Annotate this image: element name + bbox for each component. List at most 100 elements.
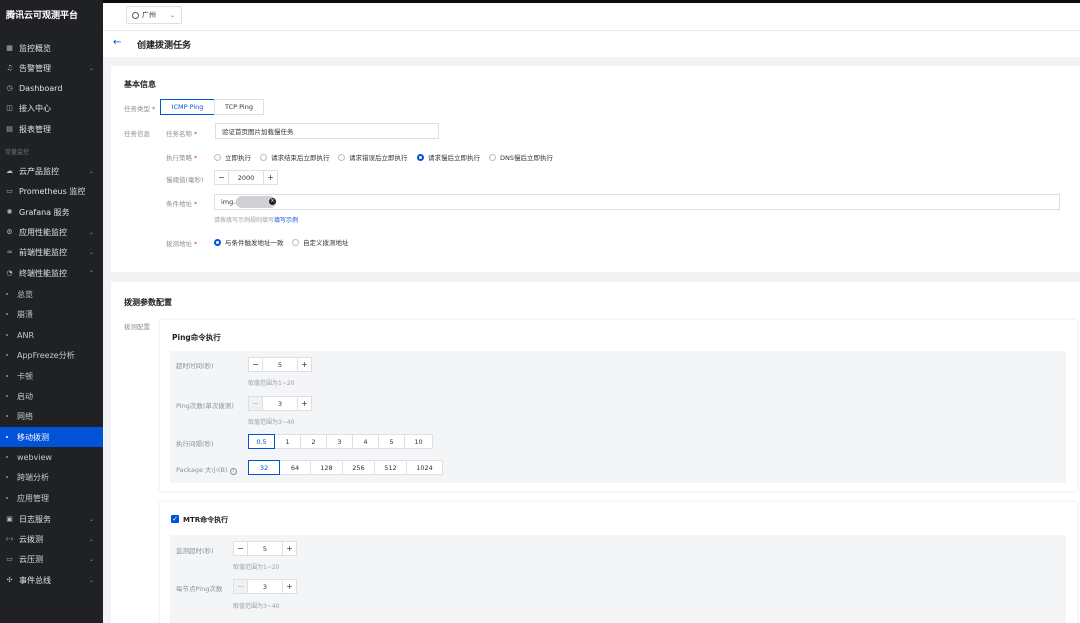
region-select[interactable]: 广州 ⌄: [126, 6, 182, 24]
strategy-radio-after-end[interactable]: 请求结束后立即执行: [260, 152, 330, 162]
stepper-value: 2000: [237, 173, 255, 182]
app-title: 腾讯云可观测平台: [6, 11, 79, 21]
mtr-timeout-hint: 取值范围为1~20: [233, 564, 280, 571]
interval-option[interactable]: 4: [352, 434, 379, 449]
sidebar-item-dashboard[interactable]: ◷ Dashboard: [0, 78, 103, 98]
interval-option[interactable]: 0.5: [248, 434, 275, 449]
sidebar-subitem[interactable]: 卡顿: [0, 366, 103, 386]
sidebar-item-apm[interactable]: ⚙ 应用性能监控 ⌄: [0, 222, 103, 242]
sidebar-item-loadtest[interactable]: ▭ 云压测 ⌄: [0, 549, 103, 569]
sidebar-item-dial[interactable]: ‹·› 云拨测 ⌄: [0, 529, 103, 549]
sidebar-item-prometheus[interactable]: ▭ Prometheus 监控: [0, 181, 103, 201]
sidebar-subitem-label: 崩溃: [17, 309, 33, 319]
sidebar-item-eventbus[interactable]: ✣ 事件总线 ⌄: [0, 570, 103, 590]
minus-icon[interactable]: −: [249, 397, 263, 410]
plus-icon[interactable]: +: [297, 397, 311, 410]
grid-icon: ▦: [6, 44, 13, 52]
chevron-down-icon: ⌄: [88, 167, 94, 175]
clear-icon[interactable]: ×: [269, 198, 276, 205]
sidebar-item-label: Dashboard: [19, 83, 63, 93]
minus-icon[interactable]: −: [215, 171, 229, 184]
plus-icon[interactable]: +: [282, 580, 296, 593]
sidebar-subitem[interactable]: 启动: [0, 386, 103, 406]
stepper-value: 3: [277, 399, 283, 408]
chevron-down-icon: ⌄: [88, 535, 94, 543]
sidebar-item-grafana[interactable]: ✺ Grafana 服务: [0, 202, 103, 222]
package-option[interactable]: 128: [310, 460, 343, 475]
sidebar-item-terminal[interactable]: ◔ 终端性能监控 ⌃: [0, 263, 103, 283]
chevron-down-icon: ⌄: [88, 555, 94, 563]
package-option[interactable]: 32: [248, 460, 280, 475]
back-arrow-icon[interactable]: ←: [113, 37, 121, 48]
sidebar-subitem[interactable]: 应用管理: [0, 488, 103, 508]
plus-icon[interactable]: +: [263, 171, 277, 184]
sidebar-item-label: 报表管理: [19, 124, 51, 134]
interval-option[interactable]: 3: [326, 434, 353, 449]
basic-info-card: 基本信息 任务类型 * ICMP Ping TCP Ping 任务信息 任务名称 *…: [111, 66, 1080, 272]
task-type-tcp-button[interactable]: TCP Ping: [214, 99, 264, 115]
sidebar-item-alarm[interactable]: ♫ 告警管理 ⌄: [0, 58, 103, 78]
chevron-down-icon: ⌄: [88, 576, 94, 584]
chevron-down-icon: ⌄: [88, 248, 94, 256]
mtr-timeout-stepper[interactable]: − 5 +: [233, 541, 297, 556]
sidebar-subitem[interactable]: AppFreeze分析: [0, 345, 103, 365]
ping-timeout-stepper[interactable]: − 5 +: [248, 357, 312, 372]
sidebar-subitem[interactable]: 总览: [0, 284, 103, 304]
sidebar-subitem-label: 卡顿: [17, 371, 33, 381]
task-type-icmp-button[interactable]: ICMP Ping: [160, 99, 215, 115]
minus-icon[interactable]: −: [234, 542, 248, 555]
sidebar-subitem[interactable]: ANR: [0, 325, 103, 345]
chevron-down-icon: ⌄: [169, 11, 175, 19]
package-option[interactable]: 1024: [406, 460, 443, 475]
strategy-radio-after-slow[interactable]: 请求慢后立即执行: [417, 152, 480, 162]
strategy-radio-dns-slow[interactable]: DNS慢后立即执行: [489, 152, 553, 162]
sidebar-item-overview[interactable]: ▦ 监控概览: [0, 38, 103, 58]
ping-count-stepper[interactable]: − 3 +: [248, 396, 312, 411]
plus-icon[interactable]: +: [282, 542, 296, 555]
strategy-radio-immediate[interactable]: 立即执行: [214, 152, 251, 162]
params-section-title: 拨测参数配置: [124, 298, 172, 307]
sidebar-item-cloud-product[interactable]: ☁ 云产品监控 ⌄: [0, 161, 103, 181]
sidebar-subitem-label: 跨端分析: [17, 472, 49, 482]
sidebar-subitem[interactable]: 跨端分析: [0, 467, 103, 487]
topbar: 广州 ⌄: [103, 0, 1080, 31]
chevron-down-icon: ⌄: [88, 64, 94, 72]
package-option[interactable]: 64: [279, 460, 311, 475]
sidebar-item-report[interactable]: ▤ 报表管理: [0, 119, 103, 139]
interval-option[interactable]: 1: [274, 434, 301, 449]
sidebar-item-frontend[interactable]: ≈ 前端性能监控 ⌄: [0, 242, 103, 262]
sidebar-subitem[interactable]: 网络: [0, 406, 103, 426]
sidebar-item-log[interactable]: ▣ 日志服务 ⌄: [0, 509, 103, 529]
task-name-input[interactable]: 验证首页图片加载慢任务: [215, 123, 439, 139]
slow-threshold-stepper[interactable]: − 2000 +: [214, 170, 278, 185]
bell-icon: ♫: [6, 64, 13, 72]
apm-icon: ⚙: [6, 228, 13, 236]
sidebar-item-access[interactable]: ◫ 接入中心: [0, 98, 103, 118]
mtr-checkbox[interactable]: ✓: [171, 515, 179, 523]
interval-option[interactable]: 2: [300, 434, 327, 449]
sidebar-subitem-label: AppFreeze分析: [17, 350, 75, 360]
probe-radio-same[interactable]: 与条件触发地址一致: [214, 237, 284, 247]
plus-icon[interactable]: +: [297, 358, 311, 371]
package-option[interactable]: 256: [342, 460, 375, 475]
strategy-radio-after-error[interactable]: 请求错误后立即执行: [338, 152, 408, 162]
fill-example-link[interactable]: 填写示例: [274, 217, 298, 224]
eventbus-icon: ✣: [6, 576, 13, 584]
probe-radio-custom[interactable]: 自定义拨测地址: [292, 237, 349, 247]
minus-icon[interactable]: −: [249, 358, 263, 371]
chevron-down-icon: ⌄: [88, 515, 94, 523]
plug-icon: ◫: [6, 104, 13, 112]
sidebar-subitem-mobile-dial[interactable]: 移动拨测: [0, 427, 103, 447]
interval-option[interactable]: 5: [378, 434, 405, 449]
mtr-count-stepper[interactable]: − 3 +: [233, 579, 297, 594]
ping-package-group: 32 64 128 256 512 1024: [248, 460, 443, 475]
mtr-panel: 监测超时(秒) − 5 + 取值范围为1~20 每节点Ping次数 − 3 + …: [170, 535, 1066, 623]
sidebar-subitem[interactable]: webview: [0, 447, 103, 467]
package-option[interactable]: 512: [374, 460, 407, 475]
info-icon: i: [229, 468, 237, 475]
cond-addr-input[interactable]: img.a: [214, 194, 1060, 210]
interval-option[interactable]: 10: [404, 434, 433, 449]
sidebar-item-label: Prometheus 监控: [19, 186, 86, 196]
sidebar-subitem[interactable]: 崩溃: [0, 304, 103, 324]
minus-icon[interactable]: −: [234, 580, 248, 593]
